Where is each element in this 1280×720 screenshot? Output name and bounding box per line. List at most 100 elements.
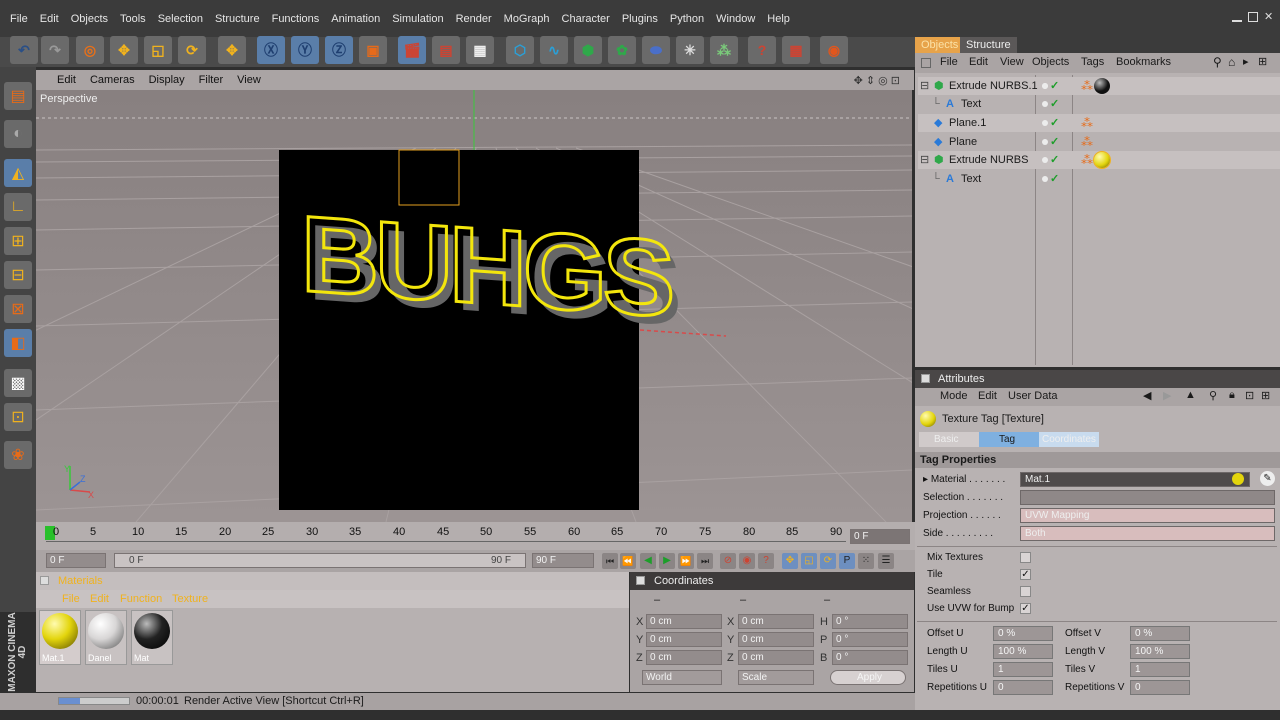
menu-window[interactable]: Window: [710, 12, 761, 26]
offset-v-field[interactable]: 0 %: [1130, 626, 1190, 641]
timeline[interactable]: [36, 522, 915, 550]
search-icon[interactable]: ⚲: [1209, 389, 1217, 402]
key-scale-button[interactable]: ◱: [801, 553, 817, 569]
home-icon[interactable]: ⌂: [1228, 55, 1235, 69]
environment-button[interactable]: ⁂: [710, 36, 738, 64]
object-row-extrude-nurbs[interactable]: ⊟ ⬢ Extrude NURBS ✓ ⁂: [918, 151, 1280, 169]
size-y-field[interactable]: 0 cm: [738, 632, 814, 647]
cube-button[interactable]: ⬡: [506, 36, 534, 64]
maximize-icon[interactable]: [1248, 12, 1258, 22]
tab-structure[interactable]: Structure: [960, 37, 1017, 53]
script-button[interactable]: ▦: [782, 36, 810, 64]
y-axis-button[interactable]: Ⓨ: [291, 36, 319, 64]
tab-objects[interactable]: Objects: [915, 37, 965, 53]
length-u-field[interactable]: 100 %: [993, 644, 1053, 659]
help-button[interactable]: ?: [748, 36, 776, 64]
redo-button[interactable]: ↷: [41, 36, 69, 64]
texture-tag-icon[interactable]: ⁂: [1081, 114, 1093, 132]
objects-menu-edit[interactable]: Edit: [969, 56, 988, 68]
tab-coordinates[interactable]: Coordinates: [1039, 432, 1099, 447]
spline-button[interactable]: ∿: [540, 36, 568, 64]
size-x-field[interactable]: 0 cm: [738, 614, 814, 629]
tile-checkbox[interactable]: ✓: [1020, 569, 1031, 580]
tab-basic[interactable]: Basic: [919, 432, 979, 447]
apply-button[interactable]: Apply: [830, 670, 906, 685]
points-mode-button[interactable]: ⊞: [4, 227, 32, 255]
object-axis-button[interactable]: ∟: [4, 193, 32, 221]
key-position-button[interactable]: ✥: [782, 553, 798, 569]
menu-tools[interactable]: Tools: [114, 12, 152, 26]
material-menu-texture[interactable]: Texture: [172, 593, 208, 605]
object-row-extrude-nurbs-1[interactable]: ⊟ ⬢ Extrude NURBS.1 ✓ ⁂: [918, 77, 1280, 95]
menu-animation[interactable]: Animation: [325, 12, 386, 26]
viewport-menu-filter[interactable]: Filter: [192, 74, 230, 86]
key-rotation-button[interactable]: ⟳: [820, 553, 836, 569]
layout-button[interactable]: ▤: [4, 82, 32, 110]
menu-render[interactable]: Render: [450, 12, 498, 26]
rotation-p-field[interactable]: 0 °: [832, 632, 908, 647]
menu-selection[interactable]: Selection: [152, 12, 209, 26]
menu-file[interactable]: File: [4, 12, 34, 26]
up-arrow-icon[interactable]: ▲: [1185, 389, 1196, 401]
play-back-button[interactable]: ◀: [640, 553, 656, 569]
repetitions-u-field[interactable]: 0: [993, 680, 1053, 695]
selection-field[interactable]: [1020, 490, 1275, 505]
scene-button[interactable]: ✳: [676, 36, 704, 64]
record-keys-button[interactable]: ⊘: [720, 553, 736, 569]
viewport-nav-icons[interactable]: ✥ ⇕ ◎ ⊡: [854, 74, 900, 87]
objects-menu-bookmarks[interactable]: Bookmarks: [1116, 56, 1171, 68]
use-uvw-bump-checkbox[interactable]: ✓: [1020, 603, 1031, 614]
rotation-h-field[interactable]: 0 °: [832, 614, 908, 629]
projection-dropdown[interactable]: UVW Mapping: [1020, 508, 1275, 523]
coord-mode-dropdown[interactable]: World: [642, 670, 722, 685]
end-frame-field[interactable]: 0 F: [850, 529, 910, 544]
length-v-field[interactable]: 100 %: [1130, 644, 1190, 659]
minimize-icon[interactable]: [1232, 12, 1242, 22]
array-button[interactable]: ✿: [608, 36, 636, 64]
material-swatch-mat[interactable]: Mat: [131, 610, 173, 665]
coordinate-system-button[interactable]: ▣: [359, 36, 387, 64]
seamless-checkbox[interactable]: [1020, 586, 1031, 597]
attr-menu-edit[interactable]: Edit: [978, 390, 997, 402]
attr-menu-mode[interactable]: Mode: [940, 390, 968, 402]
menu-simulation[interactable]: Simulation: [386, 12, 449, 26]
render-picture-viewer-button[interactable]: ▤: [432, 36, 460, 64]
max-frame-field[interactable]: 90 F: [532, 553, 594, 568]
model-mode-button[interactable]: ◭: [4, 159, 32, 187]
prev-key-button[interactable]: ⏪: [620, 553, 636, 569]
panel-grip[interactable]: [921, 374, 930, 383]
play-button[interactable]: ▶: [659, 553, 675, 569]
goto-end-button[interactable]: ⏭: [697, 553, 713, 569]
objects-menu-view[interactable]: View: [1000, 56, 1024, 68]
live-selection-button[interactable]: ◎: [76, 36, 104, 64]
texture-tag-icon[interactable]: ⁂: [1081, 133, 1093, 151]
keyframe-selection-button[interactable]: ?: [758, 553, 774, 569]
menu-functions[interactable]: Functions: [266, 12, 326, 26]
viewport-menu-display[interactable]: Display: [142, 74, 192, 86]
menu-mograph[interactable]: MoGraph: [498, 12, 556, 26]
snap-button[interactable]: ❀: [4, 441, 32, 469]
objects-menu-file[interactable]: File: [940, 56, 958, 68]
panel-grip[interactable]: [921, 58, 931, 68]
move-button[interactable]: ✥: [110, 36, 138, 64]
objects-menu-objects[interactable]: Objects: [1032, 56, 1069, 68]
offset-u-field[interactable]: 0 %: [993, 626, 1053, 641]
position-x-field[interactable]: 0 cm: [646, 614, 722, 629]
perspective-viewport[interactable]: BUHGS BUHGS Y Z X: [36, 90, 912, 522]
coord-scale-dropdown[interactable]: Scale: [738, 670, 814, 685]
scale-button[interactable]: ◱: [144, 36, 172, 64]
search-icon[interactable]: ⚲: [1213, 55, 1222, 69]
transform-button[interactable]: ✥: [218, 36, 246, 64]
close-icon[interactable]: ✕: [1264, 12, 1274, 23]
goto-start-button[interactable]: ⏮: [602, 553, 618, 569]
mix-textures-checkbox[interactable]: [1020, 552, 1031, 563]
position-y-field[interactable]: 0 cm: [646, 632, 722, 647]
render-view-button[interactable]: 🎬︎: [398, 36, 426, 64]
undo-button[interactable]: ↶: [10, 36, 38, 64]
material-preview-icon[interactable]: [1232, 473, 1244, 485]
next-key-button[interactable]: ⏩: [678, 553, 694, 569]
viewport-menu-edit[interactable]: Edit: [50, 74, 83, 86]
material-tag-icon[interactable]: [1093, 151, 1111, 169]
menu-edit[interactable]: Edit: [34, 12, 65, 26]
viewport-menu-view[interactable]: View: [230, 74, 268, 86]
